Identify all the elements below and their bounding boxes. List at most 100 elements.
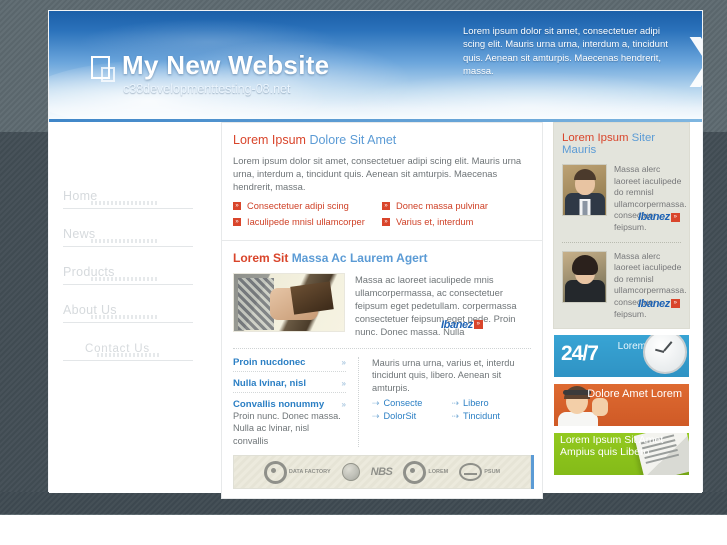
sidebar-card-title: Lorem Ipsum Siter Mauris [562, 132, 681, 156]
ibanez-wordmark: Ibanez [638, 211, 670, 223]
list-item[interactable]: Proin nucdonec » [233, 357, 346, 372]
ibanez-chip-icon: » [670, 212, 680, 222]
square-chevron-bullet-icon: » [233, 217, 241, 226]
arrow-link-grid: ⇢ Consecte ⇢ Libero ⇢ DolorSit ⇢ Tincidu… [372, 397, 531, 423]
section-divider [233, 347, 531, 349]
sidebar-navigation: Home News Products About Us Contact Us [63, 187, 193, 377]
article-link[interactable]: » Donec massa pulvinar [382, 199, 531, 213]
list-link[interactable]: Nulla lvinar, nisl [233, 378, 306, 389]
hands-holding-wallet-photo [233, 272, 345, 332]
article-link-label: Varius et, interdum [396, 216, 474, 227]
chevron-right-icon: » [341, 399, 346, 409]
sidebar-item-home[interactable]: Home [63, 187, 193, 209]
photo-tie [582, 201, 587, 215]
article-link[interactable]: » Iaculipede mnisl ullamcorper [233, 215, 382, 229]
article-link[interactable]: » Consectetuer adipi scing [233, 199, 382, 213]
ring-target-icon [403, 460, 427, 484]
oval-icon [459, 463, 483, 482]
arrow-right-icon: ⇢ [451, 411, 460, 422]
testimonial-text: Massa alerc laoreet iaculipede do remnis… [614, 164, 687, 234]
ring-target-icon [263, 460, 287, 484]
arrow-link-label: Libero [463, 398, 489, 409]
data-factory-logo: DATA FACTORY [263, 460, 331, 484]
website-page: My New Website c38developmenttesting-08.… [48, 10, 703, 500]
overlapping-squares-icon [91, 56, 115, 82]
right-block-body: Mauris urna urna, varius et, interdu tin… [372, 357, 515, 393]
arrow-link[interactable]: ⇢ DolorSit [372, 410, 452, 423]
page-whitespace-bottom [0, 515, 727, 545]
site-title: My New Website [122, 50, 330, 80]
article-with-thumbnail: Massa ac laoreet iaculipede mnis ullamco… [233, 272, 531, 339]
wall-clock-icon [643, 335, 687, 375]
partner-logo-label: LOREM [428, 469, 449, 476]
chevron-right-icon: » [341, 357, 346, 367]
testimonial-item: Massa alerc laoreet iaculipede do remnis… [562, 164, 687, 234]
globe-icon [341, 463, 360, 482]
sidebar-item-about-us[interactable]: About Us [63, 301, 193, 323]
nav-underline-texture [91, 277, 159, 281]
partner-logo-label: DATA FACTORY [288, 469, 331, 476]
banner-subtext: Lorem Ipsum Sit Amet Ampius quis Libero [560, 434, 664, 458]
square-chevron-bullet-icon: » [233, 201, 241, 210]
article-link[interactable]: » Varius et, interdum [382, 215, 531, 229]
article-link-grid: » Consectetuer adipi scing » Donec massa… [233, 199, 531, 231]
article-text-block: Massa ac laoreet iaculipede mnis ullamco… [355, 273, 531, 339]
article-title-secondary: Massa Ac Laurem Agert [291, 250, 428, 265]
photo-wallet [290, 280, 334, 315]
testimonial-item: Massa alerc laoreet iaculipede do remnis… [562, 241, 687, 321]
arrow-right-icon: ⇢ [372, 398, 380, 409]
article-title-accent: Lorem Sit [233, 250, 289, 265]
banner-support[interactable]: Dolore Amet Lorem [553, 383, 690, 428]
arrow-link[interactable]: ⇢ Tincidunt [452, 410, 532, 423]
list-link[interactable]: Proin nucdonec [233, 357, 306, 368]
article-title: Lorem Ipsum Dolore Sit Amet [233, 133, 531, 147]
ibanez-chip-icon: » [473, 320, 483, 330]
main-content-column: Lorem Ipsum Dolore Sit Amet Lorem ipsum … [221, 122, 543, 500]
banner-news[interactable]: Lorem Ipsum Sit Amet Ampius quis Libero [553, 432, 690, 477]
testimonial-body: Massa alerc laoreet iaculipede do remnis… [614, 164, 687, 232]
partner-logo-label: PSUM [484, 469, 501, 476]
woman-portrait-photo [562, 250, 607, 303]
article-panel-secondary: Lorem Sit Massa Ac Laurem Agert Massa ac… [221, 240, 543, 500]
globe-logo [341, 463, 360, 482]
sidebar-item-contact-us[interactable]: Contact Us [63, 339, 193, 361]
screenshot-root: My New Website c38developmenttesting-08.… [0, 0, 727, 545]
scrollbar-edge[interactable] [531, 455, 534, 490]
ibanez-chip-icon: » [670, 299, 680, 309]
banner-24-7[interactable]: 24/7 Lorem Ipsum Dolore [553, 334, 690, 379]
ibanez-wordmark: Ibanez [638, 297, 670, 310]
testimonial-body: Massa alerc laoreet iaculipede do remnis… [614, 250, 687, 319]
arrow-link-label: DolorSit [383, 411, 417, 422]
banner-headline: 24/7 [561, 342, 599, 366]
sidebar-item-products[interactable]: Products [63, 263, 193, 285]
header-promo-text: Lorem ipsum dolor sit amet, consectetuer… [463, 25, 681, 79]
header-promo-paragraph: Lorem ipsum dolor sit amet, consectetuer… [463, 26, 668, 78]
nav-underline-texture [91, 239, 159, 243]
chevron-right-icon: ❯ [682, 33, 702, 83]
sidebar-item-news[interactable]: News [63, 225, 193, 247]
ibanez-watermark: Ibanez » [638, 298, 680, 310]
arrow-right-icon: ⇢ [451, 398, 460, 409]
sidebar-title-accent: Lorem Ipsum [562, 132, 629, 144]
site-domain: c38developmenttesting-08.net [123, 82, 291, 96]
arrow-right-icon: ⇢ [372, 411, 380, 422]
list-item[interactable]: Nulla lvinar, nisl » [233, 378, 346, 393]
square-outline-small [101, 67, 115, 82]
left-list-column: Proin nucdonec » Nulla lvinar, nisl » Co… [233, 356, 359, 448]
nav-underline-texture [97, 353, 159, 357]
list-link[interactable]: Convallis nonummy [233, 399, 324, 410]
article-link-label: Iaculipede mnisl ullamcorper [247, 216, 365, 227]
article-title-accent: Lorem Ipsum [233, 133, 306, 147]
arrow-link[interactable]: ⇢ Consecte [372, 397, 452, 410]
square-chevron-bullet-icon: » [382, 201, 390, 210]
ibanez-watermark: Ibanez » [441, 319, 483, 331]
testimonial-text: Massa alerc laoreet iaculipede do remnis… [614, 251, 687, 321]
left-list-body: Proin nunc. Donec massa. Nulla ac lvinar… [233, 410, 341, 446]
nbs-logo: NBS [371, 466, 393, 478]
chevron-right-icon: » [341, 378, 346, 388]
list-item[interactable]: Convallis nonummy » [233, 399, 346, 410]
article-link-label: Donec massa pulvinar [396, 200, 488, 211]
arrow-link[interactable]: ⇢ Libero [452, 397, 532, 410]
nav-underline-texture [91, 315, 159, 319]
nav-underline-texture [91, 201, 159, 205]
